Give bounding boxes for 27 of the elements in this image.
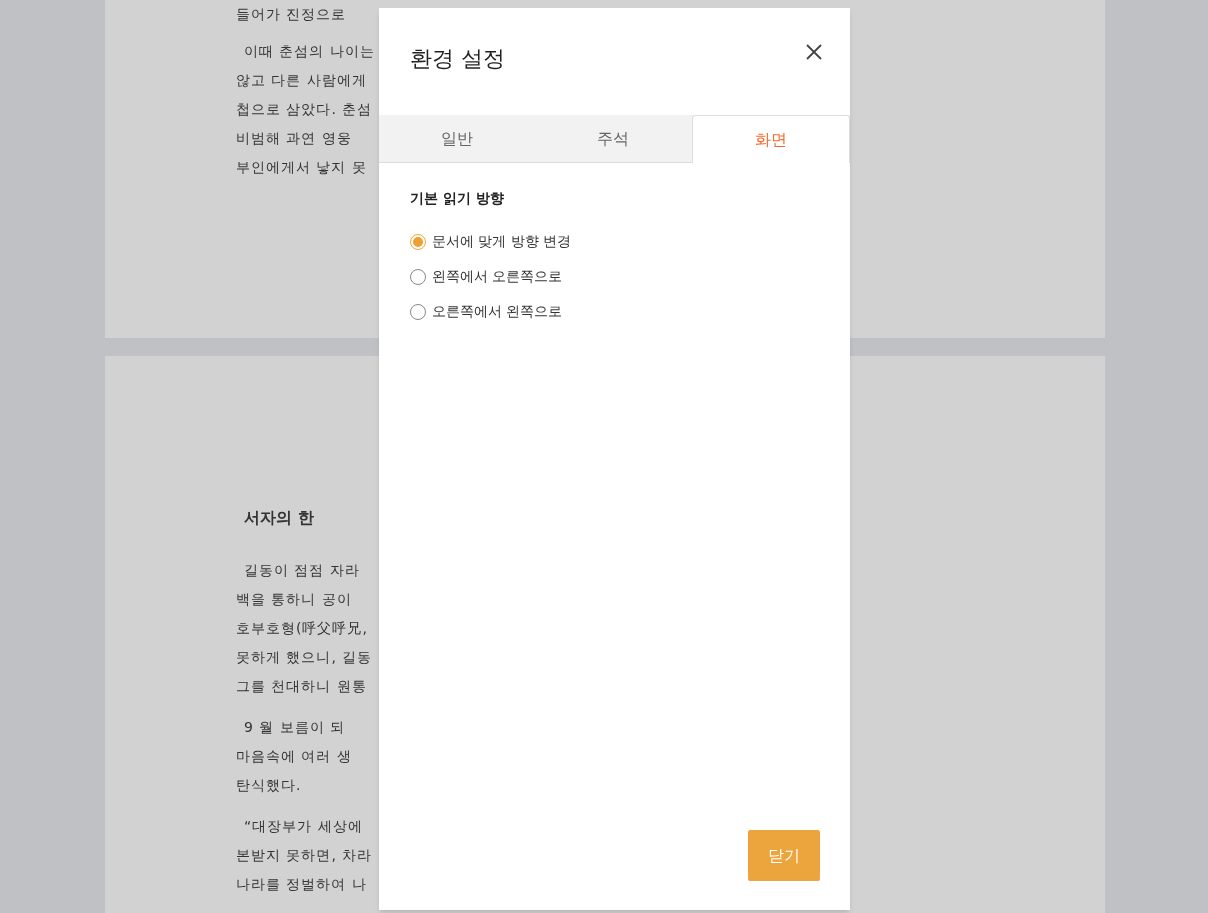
body-text: 나라를 정벌하여 나: [236, 875, 367, 894]
body-text: 호부호형(呼父呼兄,: [236, 619, 368, 638]
body-text: 본받지 못하면, 차라: [236, 846, 373, 865]
body-text: 않고 다른 사람에게: [236, 71, 367, 90]
section-title: 기본 읽기 방향: [410, 189, 504, 208]
tab[interactable]: 주석: [535, 115, 692, 162]
close-icon[interactable]: [804, 42, 824, 62]
body-text: 비범해 과연 영웅: [236, 129, 352, 148]
dialog-title: 환경 설정: [410, 45, 505, 73]
tab[interactable]: 화면: [691, 115, 850, 163]
body-text: 백을 통하니 공이: [236, 590, 352, 609]
body-text: “대장부가 세상에: [243, 817, 363, 836]
body-text: 마음속에 여러 생: [236, 747, 352, 766]
body-text: 부인에게서 낳지 못: [236, 158, 367, 177]
radio-option[interactable]: 문서에 맞게 방향 변경: [410, 231, 572, 252]
body-text: 길동이 점점 자라: [243, 561, 360, 580]
body-text: 이때 춘섬의 나이는: [243, 42, 375, 61]
tab[interactable]: 일반: [379, 115, 536, 162]
body-text: 첩으로 삼았다. 춘섬: [236, 100, 373, 119]
body-text: 9 월 보름이 되: [243, 718, 346, 737]
body-text: 탄식했다.: [236, 776, 302, 795]
body-text: 들어가 진정으로: [236, 5, 347, 24]
body-text: 그를 천대하니 원통: [236, 677, 367, 696]
radio-option[interactable]: 왼쪽에서 오른쪽으로: [410, 266, 563, 287]
radio-option[interactable]: 오른쪽에서 왼쪽으로: [410, 301, 563, 322]
section-heading: 서자의 한: [243, 507, 315, 529]
body-text: 못하게 했으니, 길동: [236, 648, 373, 667]
